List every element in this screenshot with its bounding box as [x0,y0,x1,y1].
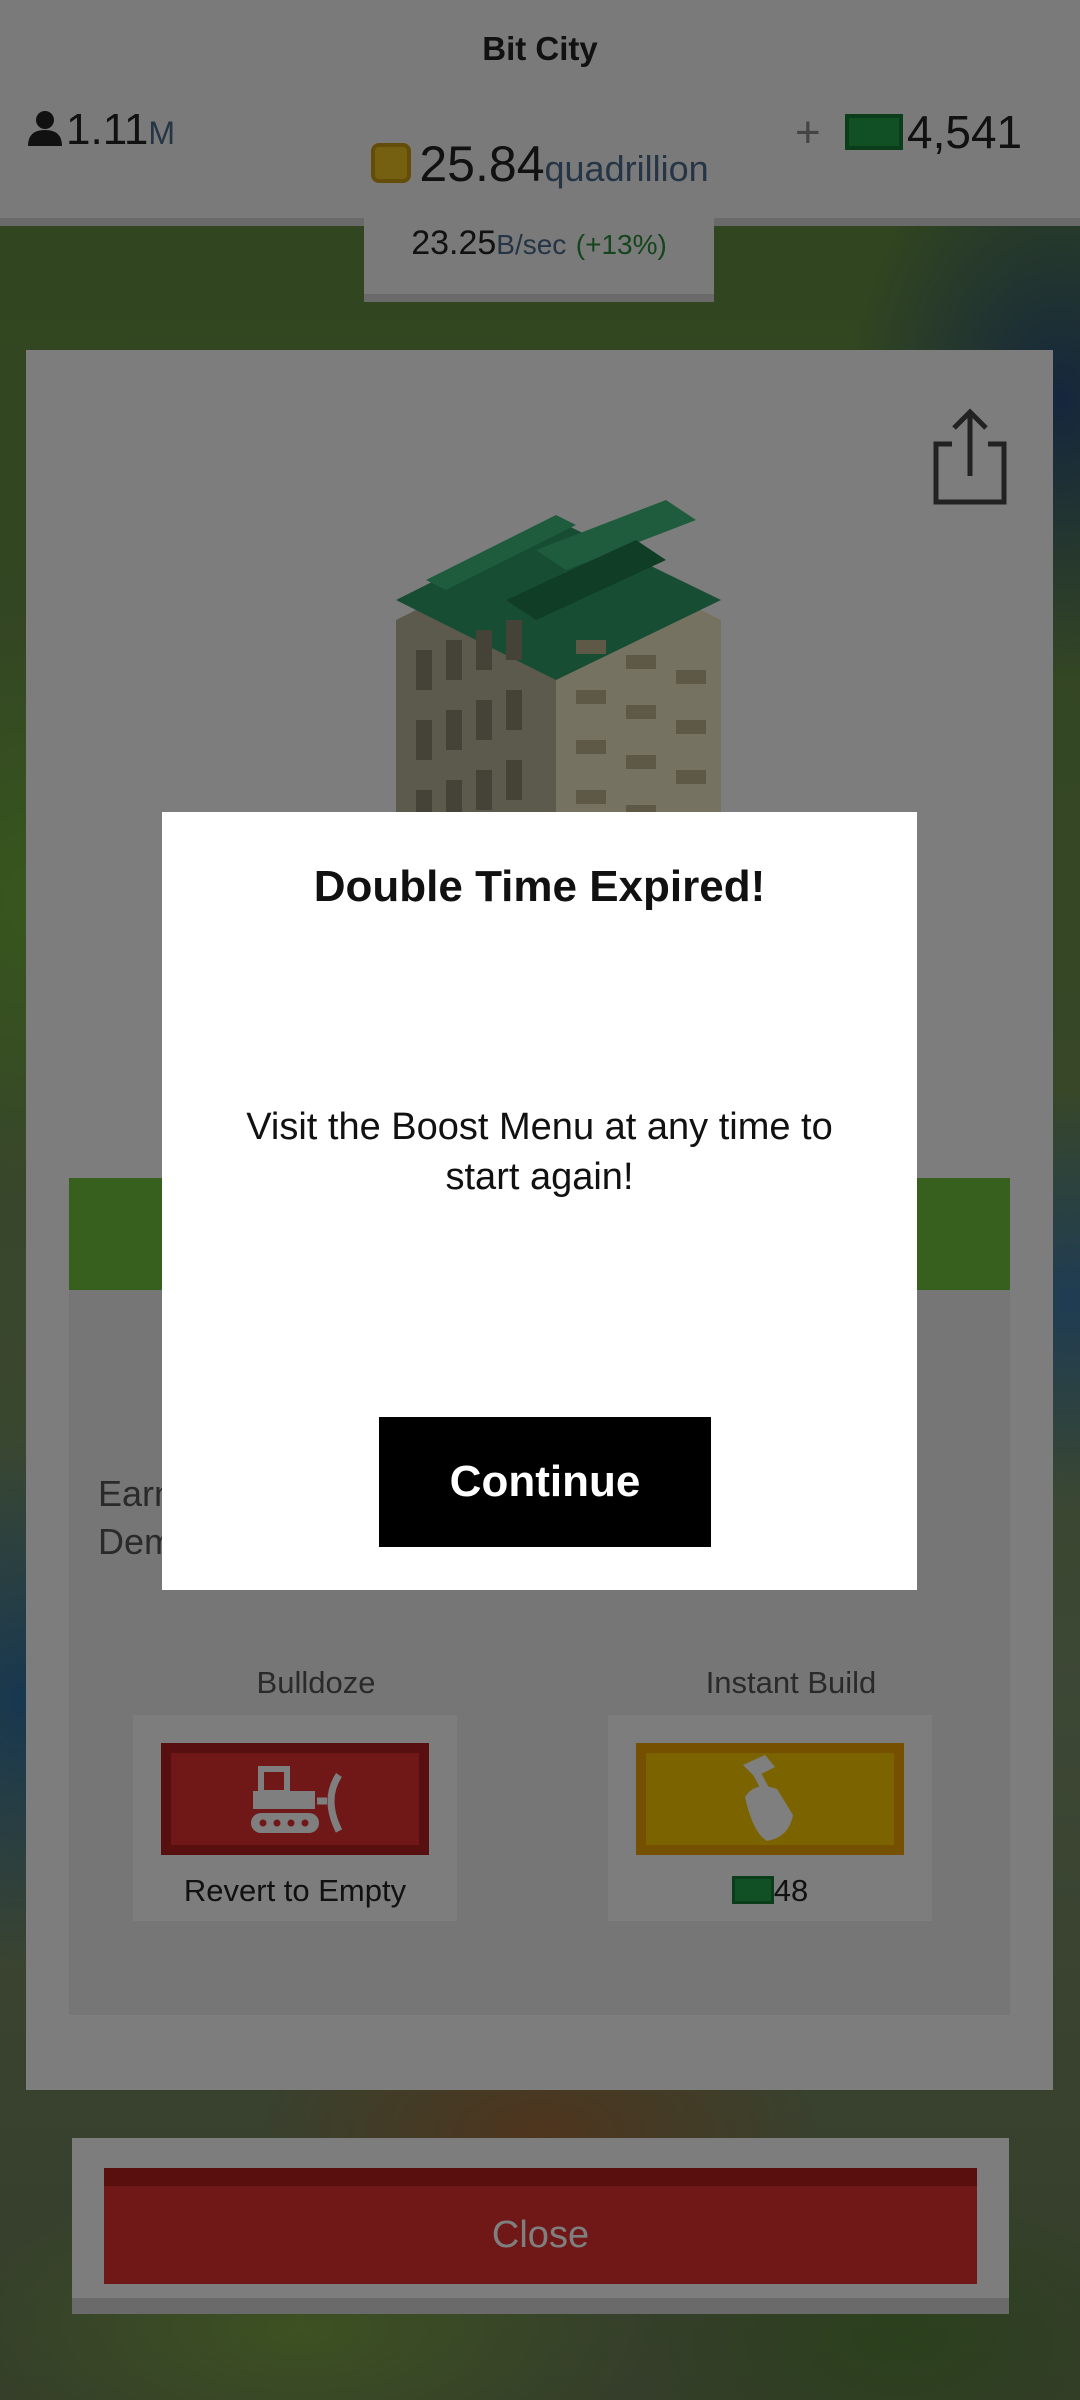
dialog-title: Double Time Expired! [313,862,766,911]
continue-button[interactable]: Continue [379,1417,711,1547]
double-time-expired-dialog: Double Time Expired! Visit the Boost Men… [162,812,917,1590]
dialog-message: Visit the Boost Menu at any time to star… [246,1106,833,1198]
